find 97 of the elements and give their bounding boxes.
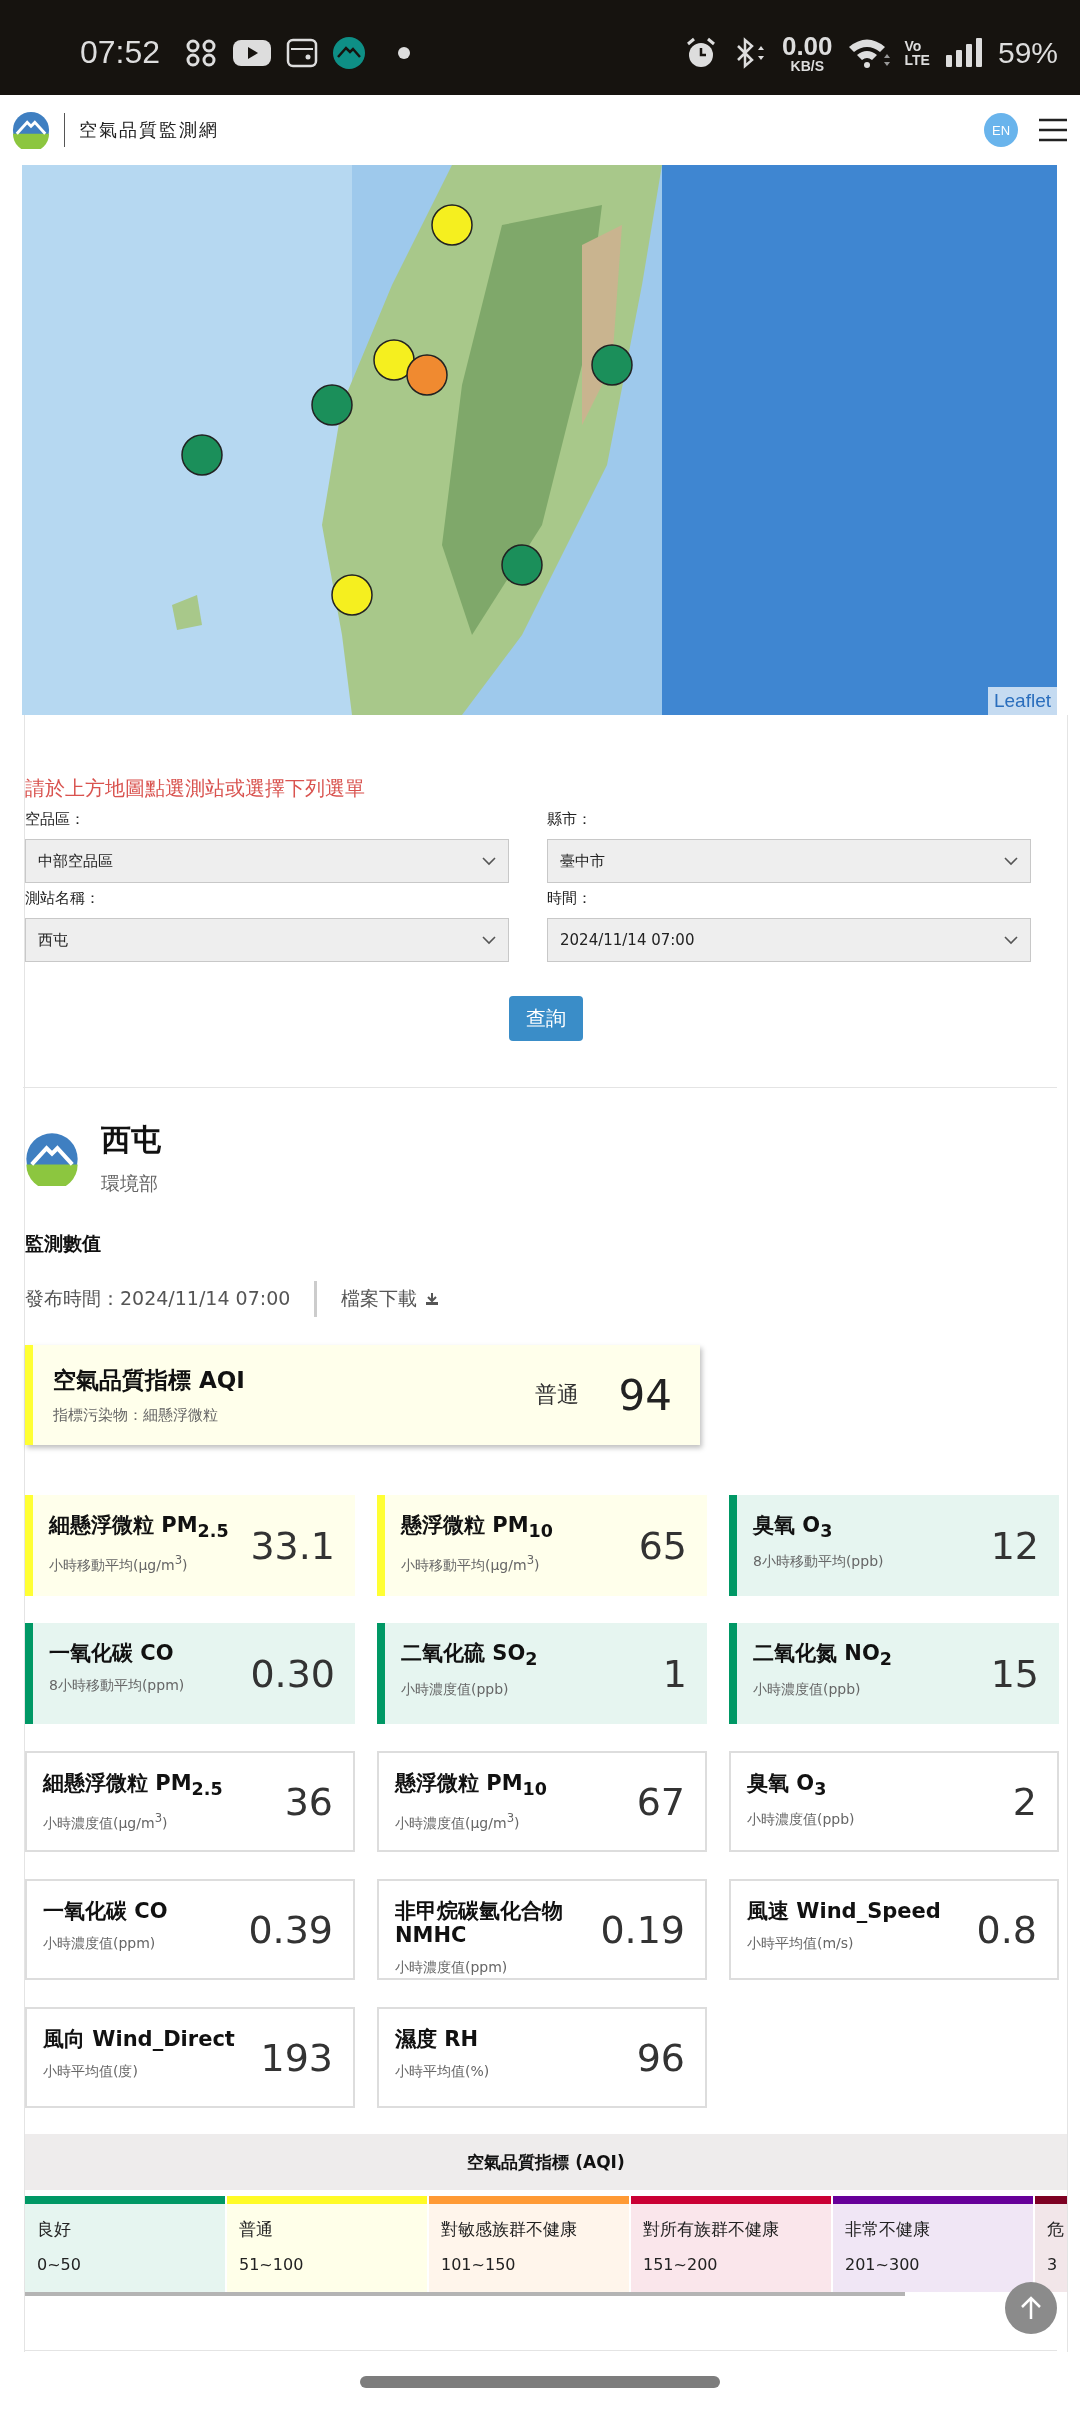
site-title[interactable]: 空氣品質監測網 xyxy=(79,118,219,142)
measurement-value: 0.8 xyxy=(976,1907,1037,1952)
select-dropdown[interactable]: 中部空品區 xyxy=(25,839,509,883)
map-instruction: 請於上方地圖點選測站或選擇下列選單 xyxy=(25,775,366,802)
site-logo-icon xyxy=(12,111,50,149)
pollutant-name: 風向 Wind_Direct xyxy=(43,2027,236,2052)
wallet-icon xyxy=(286,36,319,69)
level-label: 對敏感族群不健康 xyxy=(441,2218,578,2241)
lte-label: LTE xyxy=(904,52,930,67)
level-label: 對所有族群不健康 xyxy=(643,2218,780,2241)
unit-label: 小時濃度值(ppb) xyxy=(401,1681,510,1700)
unit-label: 8小時移動平均(ppm) xyxy=(49,1677,186,1696)
unit-label: 小時移動平均(μg/m$^{3}$) xyxy=(49,1553,189,1575)
battery-level: 59% xyxy=(997,35,1058,70)
legend-title: 空氣品質指標 (AQI) xyxy=(467,2150,625,2174)
unit-label: 小時濃度值(ppb) xyxy=(747,1811,856,1830)
unit-label: 小時平均值(m/s) xyxy=(747,1935,855,1954)
unit-label: 小時平均值(%) xyxy=(395,2063,491,2082)
chevron-down-icon xyxy=(482,856,496,866)
publish-time: 發布時間：2024/11/14 07:00 xyxy=(25,1286,291,1311)
video-play-icon xyxy=(232,37,273,68)
scroll-to-top-button[interactable] xyxy=(1005,2282,1057,2334)
select-dropdown[interactable]: 2024/11/14 07:00 xyxy=(547,918,1031,962)
level-range: 51~100 xyxy=(239,2255,305,2274)
pollutant-name: 濕度 RH xyxy=(395,2027,480,2052)
level-range: 201~300 xyxy=(845,2255,921,2274)
network-speed-unit: KB/S xyxy=(790,58,824,73)
aqi-value: 94 xyxy=(618,1370,672,1420)
field-label: 測站名稱： xyxy=(25,889,101,908)
pollutant-name: 二氧化氮 NO$_{2}$ xyxy=(753,1641,893,1670)
leaflet-attribution-link[interactable]: Leaflet xyxy=(987,687,1057,715)
unit-label: 小時濃度值(μg/m$^{3}$) xyxy=(43,1811,169,1833)
measurement-value: 67 xyxy=(636,1779,685,1824)
pollutant-name: 非甲烷碳氫化合物 NMHC xyxy=(395,1899,564,1948)
select-dropdown[interactable]: 西屯 xyxy=(25,918,509,962)
pollutant-name: 臭氧 O$_{3}$ xyxy=(747,1771,828,1800)
scrollbar[interactable] xyxy=(25,2292,905,2296)
unit-label: 8小時移動平均(ppb) xyxy=(753,1553,885,1572)
query-button[interactable]: 查詢 xyxy=(509,996,583,1041)
aqi-status: 普通 xyxy=(534,1381,579,1409)
pollutant-name: 二氧化硫 SO$_{2}$ xyxy=(401,1641,539,1670)
chevron-down-icon xyxy=(1004,935,1018,945)
measurement-value: 0.30 xyxy=(250,1651,335,1696)
pollutant-name: 懸浮微粒 PM$_{10}$ xyxy=(401,1513,554,1542)
pollutant-name: 細懸浮微粒 PM$_{2.5}$ xyxy=(43,1771,224,1800)
mountain-app-icon xyxy=(332,35,367,70)
level-label: 非常不健康 xyxy=(845,2218,931,2241)
more-notifications-icon xyxy=(398,46,411,59)
level-label: 危 xyxy=(1047,2218,1065,2241)
chevron-down-icon xyxy=(1004,856,1018,866)
station-name: 西屯 xyxy=(101,1121,161,1159)
field-label: 時間： xyxy=(547,889,593,908)
level-range: 101~150 xyxy=(441,2255,517,2274)
pollutant-name: 一氧化碳 CO xyxy=(43,1899,169,1924)
field-label: 縣市： xyxy=(547,810,593,829)
measurement-value: 1 xyxy=(662,1651,687,1696)
select-dropdown[interactable]: 臺中市 xyxy=(547,839,1031,883)
unit-label: 小時濃度值(ppm) xyxy=(395,1959,509,1978)
network-speed: 0.00 xyxy=(781,32,833,59)
measurement-value: 2 xyxy=(1012,1779,1037,1824)
pollutant-name: 臭氧 O$_{3}$ xyxy=(753,1513,834,1542)
pollutant-label: 指標污染物：細懸浮微粒 xyxy=(53,1406,219,1425)
signal-icon xyxy=(943,36,984,69)
agency-logo-icon xyxy=(25,1131,79,1186)
chevron-down-icon xyxy=(482,935,496,945)
measurement-value: 33.1 xyxy=(250,1523,335,1568)
field-label: 空品區： xyxy=(25,810,86,829)
measurement-value: 15 xyxy=(990,1651,1039,1696)
level-range: 151~200 xyxy=(643,2255,719,2274)
volte-label: Vo xyxy=(904,38,923,53)
clock-time: 07:52 xyxy=(80,34,161,71)
aqi-title: 空氣品質指標 AQI xyxy=(53,1366,246,1395)
level-label: 良好 xyxy=(37,2218,72,2241)
measurement-value: 36 xyxy=(284,1779,333,1824)
measurement-value: 96 xyxy=(636,2035,685,2080)
unit-label: 小時濃度值(ppb) xyxy=(753,1681,862,1700)
unit-label: 小時濃度值(ppm) xyxy=(43,1935,157,1954)
measurement-value: 12 xyxy=(990,1523,1039,1568)
unit-label: 小時濃度值(μg/m$^{3}$) xyxy=(395,1811,521,1833)
measurement-value: 193 xyxy=(260,2035,333,2080)
level-range: 0~50 xyxy=(37,2255,82,2274)
pollutant-name: 一氧化碳 CO xyxy=(49,1641,175,1666)
unit-label: 小時移動平均(μg/m$^{3}$) xyxy=(401,1553,541,1575)
unit-label: 小時平均值(度) xyxy=(43,2063,139,2082)
agency-name: 環境部 xyxy=(101,1171,159,1196)
section-title: 監測數值 xyxy=(25,1231,102,1256)
menu-icon[interactable] xyxy=(1038,117,1068,143)
measurement-value: 65 xyxy=(638,1523,687,1568)
level-range: 3 xyxy=(1047,2255,1059,2274)
measurement-value: 0.39 xyxy=(248,1907,333,1952)
download-icon xyxy=(425,1292,440,1306)
measurement-value: 0.19 xyxy=(600,1907,685,1952)
level-label: 普通 xyxy=(239,2218,274,2241)
pollutant-name: 懸浮微粒 PM$_{10}$ xyxy=(395,1771,548,1800)
download-link[interactable]: 檔案下載 xyxy=(341,1286,440,1312)
pollutant-name: 細懸浮微粒 PM$_{2.5}$ xyxy=(49,1513,230,1542)
pollutant-name: 風速 Wind_Speed xyxy=(747,1899,942,1924)
